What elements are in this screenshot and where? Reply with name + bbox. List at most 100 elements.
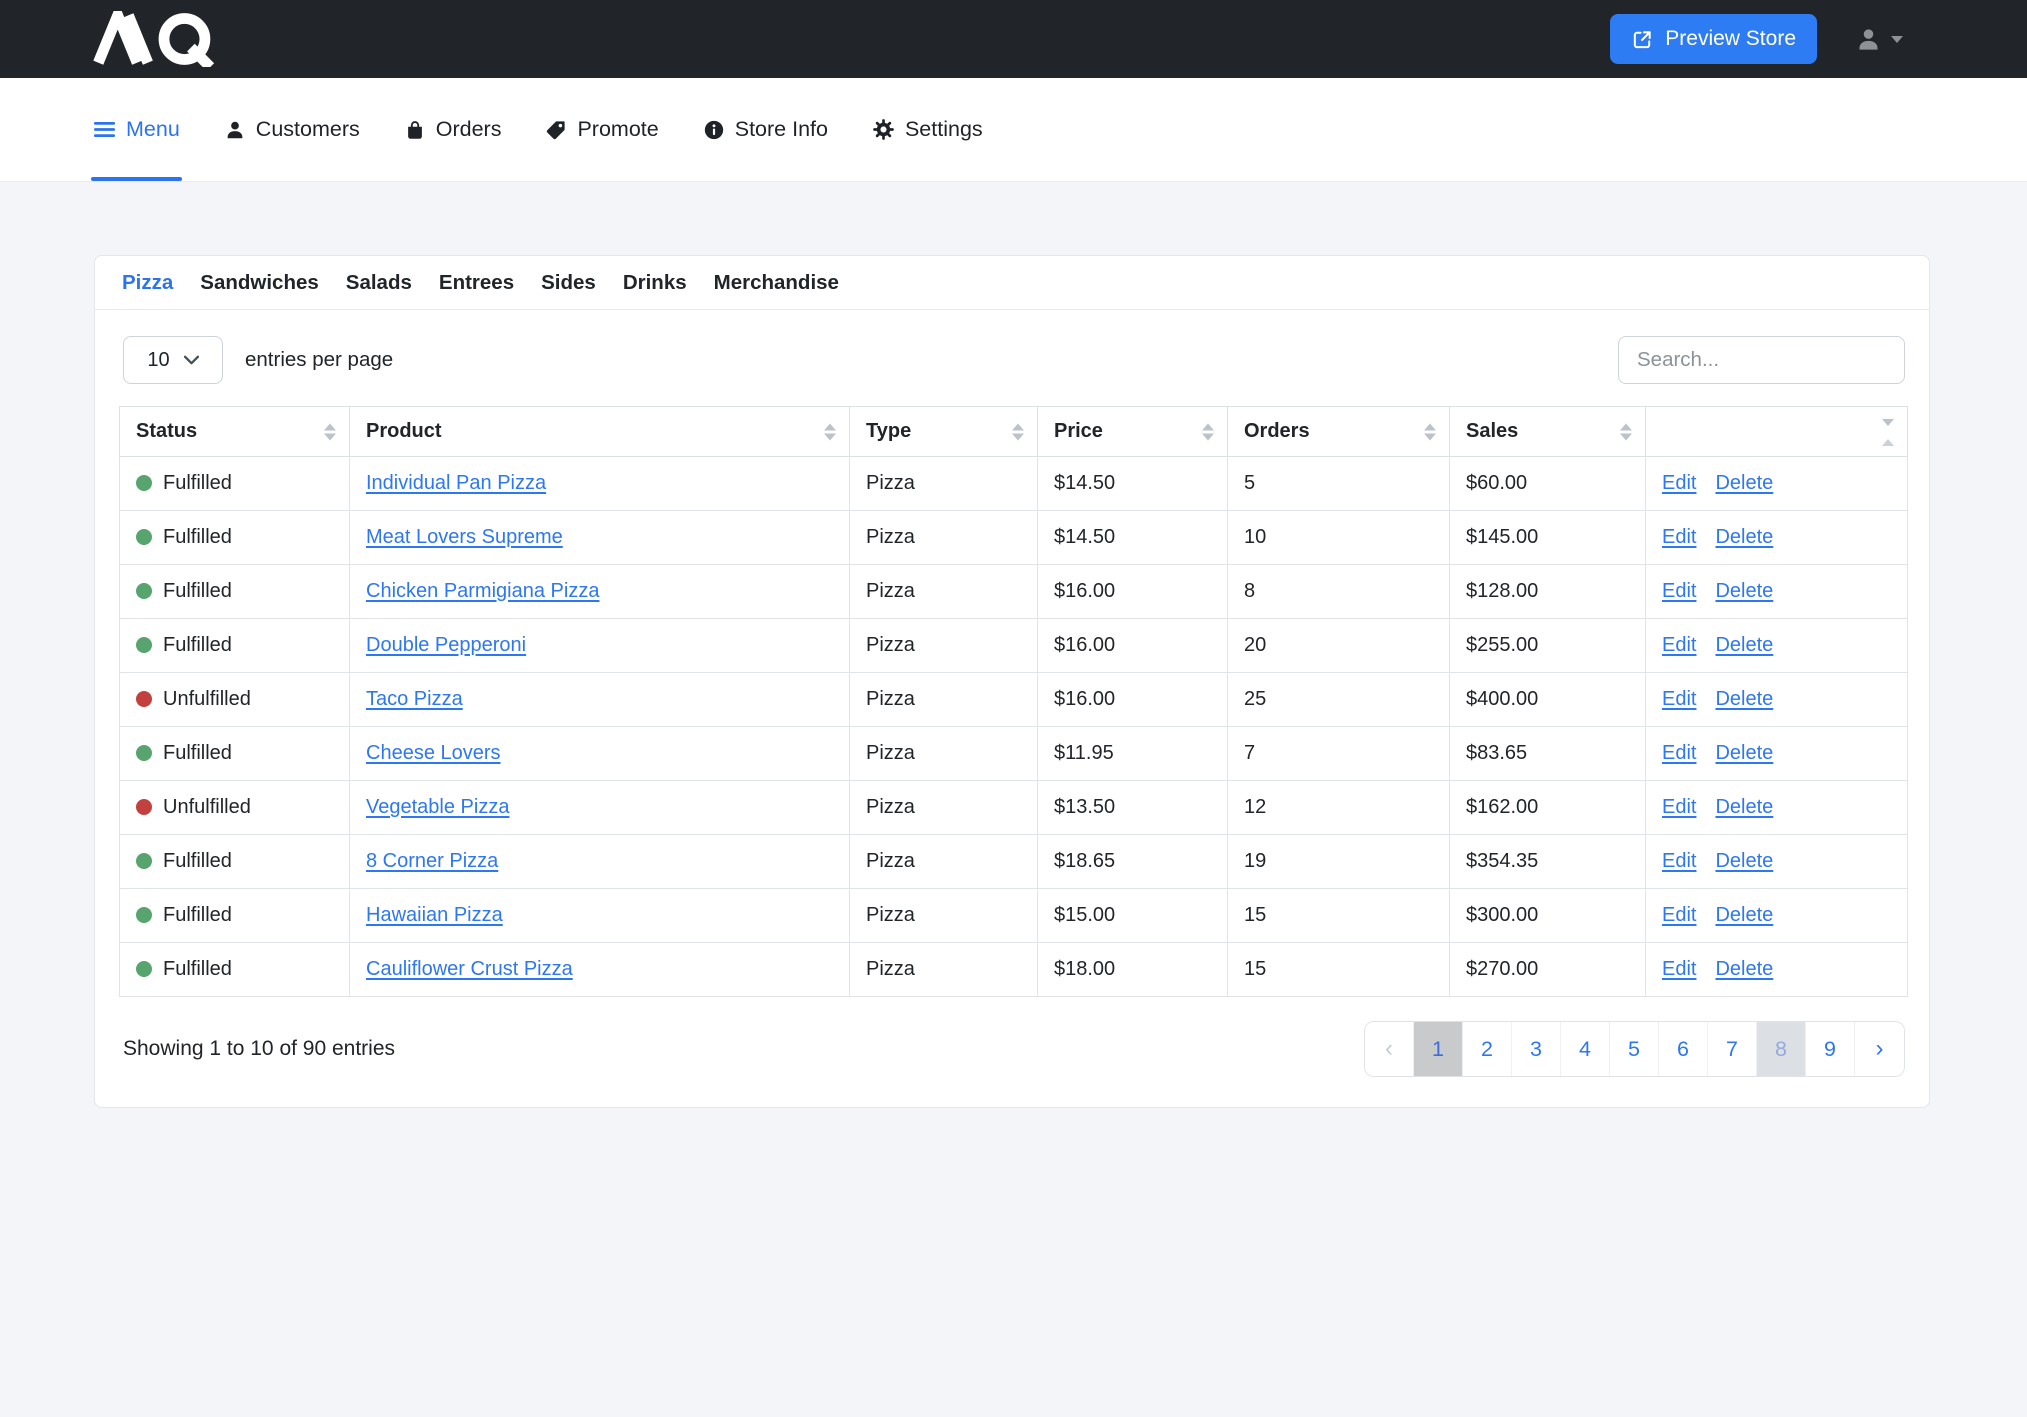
product-link[interactable]: 8 Corner Pizza	[366, 850, 498, 872]
table-header-row: Status Product Type Price Orders Sales	[120, 407, 1908, 457]
pagination-page-5[interactable]: 5	[1610, 1022, 1659, 1076]
page-size-value: 10	[147, 349, 169, 372]
pagination-page-6[interactable]: 6	[1659, 1022, 1708, 1076]
pagination-next[interactable]: ›	[1855, 1022, 1904, 1076]
orders-cell: 12	[1228, 781, 1450, 835]
edit-link[interactable]: Edit	[1662, 742, 1696, 764]
nav-item-promote[interactable]: Promote	[545, 78, 658, 181]
nav-label: Menu	[126, 117, 180, 142]
column-header-price[interactable]: Price	[1038, 407, 1228, 457]
main-navbar: Menu Customers Orders Promote	[0, 78, 2027, 182]
products-table: Status Product Type Price Orders Sales F…	[119, 406, 1908, 997]
pagination-page-8[interactable]: 8	[1757, 1022, 1806, 1076]
products-table-wrap: Status Product Type Price Orders Sales F…	[95, 406, 1929, 997]
delete-link[interactable]: Delete	[1715, 472, 1773, 494]
delete-link[interactable]: Delete	[1715, 526, 1773, 548]
column-header-product[interactable]: Product	[350, 407, 850, 457]
pagination-page-2[interactable]: 2	[1463, 1022, 1512, 1076]
status-label: Unfulfilled	[163, 688, 251, 710]
gear-icon	[872, 118, 895, 141]
status-cell: Unfulfilled	[120, 673, 350, 727]
delete-link[interactable]: Delete	[1715, 742, 1773, 764]
nav-item-customers[interactable]: Customers	[224, 78, 360, 181]
pagination-prev[interactable]: ‹	[1365, 1022, 1414, 1076]
nav-item-orders[interactable]: Orders	[404, 78, 502, 181]
edit-link[interactable]: Edit	[1662, 580, 1696, 602]
product-link[interactable]: Cauliflower Crust Pizza	[366, 958, 573, 980]
price-cell: $18.65	[1038, 835, 1228, 889]
pagination-page-9[interactable]: 9	[1806, 1022, 1855, 1076]
product-link[interactable]: Hawaiian Pizza	[366, 904, 503, 926]
hamburger-icon	[93, 118, 116, 141]
person-icon	[224, 119, 246, 141]
product-link[interactable]: Meat Lovers Supreme	[366, 526, 563, 548]
column-header-orders[interactable]: Orders	[1228, 407, 1450, 457]
delete-link[interactable]: Delete	[1715, 580, 1773, 602]
tab-salads[interactable]: Salads	[346, 271, 412, 295]
delete-link[interactable]: Delete	[1715, 688, 1773, 710]
delete-link[interactable]: Delete	[1715, 904, 1773, 926]
pagination-page-3[interactable]: 3	[1512, 1022, 1561, 1076]
type-cell: Pizza	[850, 511, 1038, 565]
preview-store-button[interactable]: Preview Store	[1610, 14, 1817, 64]
edit-link[interactable]: Edit	[1662, 796, 1696, 818]
user-menu[interactable]	[1855, 26, 1903, 53]
tab-pizza[interactable]: Pizza	[122, 271, 173, 295]
page-size-select[interactable]: 10	[123, 336, 223, 384]
product-link[interactable]: Vegetable Pizza	[366, 796, 509, 818]
table-row: Fulfilled Double Pepperoni Pizza $16.00 …	[120, 619, 1908, 673]
delete-link[interactable]: Delete	[1715, 958, 1773, 980]
pagination-page-7[interactable]: 7	[1708, 1022, 1757, 1076]
delete-link[interactable]: Delete	[1715, 850, 1773, 872]
column-header-type[interactable]: Type	[850, 407, 1038, 457]
type-cell: Pizza	[850, 619, 1038, 673]
tab-entrees[interactable]: Entrees	[439, 271, 514, 295]
status-label: Fulfilled	[163, 850, 232, 872]
status-dot	[136, 475, 152, 491]
product-link[interactable]: Individual Pan Pizza	[366, 472, 546, 494]
tab-merchandise[interactable]: Merchandise	[714, 271, 839, 295]
status-dot	[136, 907, 152, 923]
tab-sides[interactable]: Sides	[541, 271, 596, 295]
column-header-sales[interactable]: Sales	[1450, 407, 1646, 457]
edit-link[interactable]: Edit	[1662, 904, 1696, 926]
type-cell: Pizza	[850, 727, 1038, 781]
nav-item-menu[interactable]: Menu	[93, 78, 180, 181]
tab-drinks[interactable]: Drinks	[623, 271, 687, 295]
status-dot	[136, 961, 152, 977]
edit-link[interactable]: Edit	[1662, 688, 1696, 710]
product-link[interactable]: Chicken Parmigiana Pizza	[366, 580, 599, 602]
status-dot	[136, 799, 152, 815]
type-cell: Pizza	[850, 457, 1038, 511]
sales-cell: $162.00	[1450, 781, 1646, 835]
table-row: Fulfilled Chicken Parmigiana Pizza Pizza…	[120, 565, 1908, 619]
sales-cell: $270.00	[1450, 943, 1646, 997]
delete-link[interactable]: Delete	[1715, 796, 1773, 818]
table-row: Unfulfilled Vegetable Pizza Pizza $13.50…	[120, 781, 1908, 835]
status-cell: Fulfilled	[120, 511, 350, 565]
nav-item-settings[interactable]: Settings	[872, 78, 983, 181]
pagination: ‹ 1 2 3 4 5 6 7 8 9 ›	[1364, 1021, 1905, 1077]
table-row: Fulfilled Cheese Lovers Pizza $11.95 7 $…	[120, 727, 1908, 781]
pagination-page-1[interactable]: 1	[1414, 1022, 1463, 1076]
status-label: Fulfilled	[163, 580, 232, 602]
edit-link[interactable]: Edit	[1662, 958, 1696, 980]
search-input[interactable]	[1618, 336, 1905, 384]
tab-sandwiches[interactable]: Sandwiches	[200, 271, 319, 295]
nav-item-store-info[interactable]: Store Info	[703, 78, 828, 181]
edit-link[interactable]: Edit	[1662, 472, 1696, 494]
column-header-actions[interactable]	[1646, 407, 1908, 457]
product-link[interactable]: Double Pepperoni	[366, 634, 526, 656]
orders-cell: 8	[1228, 565, 1450, 619]
column-header-status[interactable]: Status	[120, 407, 350, 457]
delete-link[interactable]: Delete	[1715, 634, 1773, 656]
edit-link[interactable]: Edit	[1662, 526, 1696, 548]
sales-cell: $128.00	[1450, 565, 1646, 619]
product-link[interactable]: Taco Pizza	[366, 688, 463, 710]
edit-link[interactable]: Edit	[1662, 634, 1696, 656]
pagination-page-4[interactable]: 4	[1561, 1022, 1610, 1076]
edit-link[interactable]: Edit	[1662, 850, 1696, 872]
nav-label: Orders	[436, 117, 502, 142]
product-link[interactable]: Cheese Lovers	[366, 742, 501, 764]
showing-entries-text: Showing 1 to 10 of 90 entries	[123, 1037, 395, 1061]
